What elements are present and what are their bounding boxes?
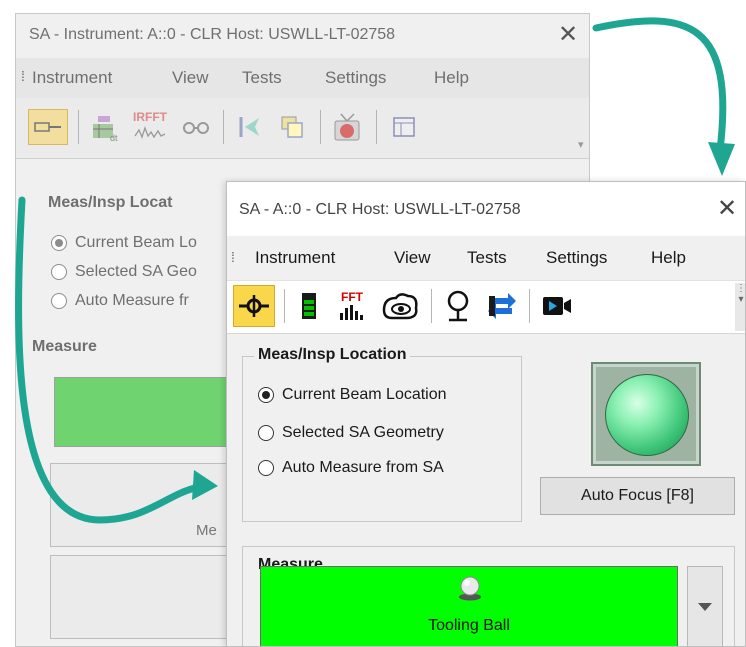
front-menu-settings[interactable]: Settings — [546, 248, 607, 268]
back-toolbar-separator — [320, 110, 321, 144]
foreground-window: SA - A::0 - CLR Host: USWLL-LT-02758 ✕ ⁞… — [226, 181, 746, 647]
panel-icon[interactable] — [386, 109, 422, 145]
chevron-down-icon — [698, 603, 712, 611]
front-toolbar-overflow-icon[interactable]: ⋮ ▾ — [735, 283, 745, 331]
measure-dropdown-button[interactable] — [687, 566, 723, 646]
location-group-label: Meas/Insp Location — [254, 346, 411, 364]
front-title-bar: SA - A::0 - CLR Host: USWLL-LT-02758 ✕ — [227, 182, 745, 236]
back-toolbar-overflow-icon[interactable]: ▾ — [578, 138, 584, 151]
back-radio-indicator — [51, 293, 67, 309]
measure-grid-icon[interactable]: dt — [86, 109, 124, 145]
back-toolbar-separator — [376, 110, 377, 144]
back-radio-label: Selected SA Geo — [75, 263, 197, 280]
glasses-icon[interactable] — [178, 109, 214, 145]
back-measure-button-2[interactable]: Me — [50, 463, 242, 547]
back-radio-label: Auto Measure fr — [75, 292, 189, 309]
back-radio-label: Current Beam Lo — [75, 234, 197, 251]
back-button-label: Me — [196, 522, 217, 539]
back-menu-instrument[interactable]: Instrument — [32, 68, 112, 88]
radio-auto-measure-from-sa[interactable]: Auto Measure from SA — [258, 459, 444, 477]
radio-selected-indicator — [258, 387, 274, 403]
tooling-ball-measure-button[interactable]: Tooling Ball — [260, 566, 678, 646]
radio-label: Current Beam Location — [282, 386, 447, 403]
radio-indicator — [258, 460, 274, 476]
tv-target-icon[interactable] — [328, 107, 366, 147]
back-radio-current-beam[interactable]: Current Beam Lo — [51, 234, 197, 252]
tooling-ball-icon — [458, 575, 482, 606]
eye-cloud-icon[interactable] — [377, 285, 423, 327]
probe-target-icon[interactable] — [233, 285, 275, 327]
back-measure-button-3[interactable]: V — [50, 555, 242, 639]
back-radio-selected-geometry[interactable]: Selected SA Geo — [51, 263, 197, 281]
back-menu-view[interactable]: View — [172, 68, 209, 88]
status-indicator-lamp — [605, 374, 689, 456]
front-toolbar: FFT ⋮ ▾ — [227, 280, 745, 334]
back-menu-grip: ⁞ — [21, 68, 25, 84]
front-toolbar-separator — [431, 289, 432, 323]
back-menu-settings[interactable]: Settings — [325, 68, 386, 88]
status-indicator-light — [591, 362, 701, 466]
radio-current-beam-location[interactable]: Current Beam Location — [258, 386, 447, 404]
bar-marker-icon[interactable] — [28, 109, 68, 145]
back-title-bar: SA - Instrument: A::0 - CLR Host: USWLL-… — [16, 14, 589, 58]
tooling-ball-label: Tooling Ball — [428, 617, 510, 634]
back-measure-green-button[interactable] — [54, 377, 241, 447]
back-menu-bar: ⁞ Instrument View Tests Settings Help — [16, 58, 589, 98]
irfft-label: IRFFT — [133, 110, 167, 124]
location-pin-icon[interactable] — [440, 285, 476, 327]
back-menu-tests[interactable]: Tests — [242, 68, 282, 88]
front-menu-help[interactable]: Help — [651, 248, 686, 268]
radio-label: Selected SA Geometry — [282, 424, 444, 441]
back-radio-indicator — [51, 264, 67, 280]
back-toolbar: dt IRFFT ▾ — [16, 98, 589, 159]
auto-focus-button[interactable]: Auto Focus [F8] — [540, 477, 735, 515]
back-close-button[interactable]: ✕ — [558, 23, 578, 47]
front-menu-grip: ⁞ — [231, 249, 235, 265]
back-measure-label: Measure — [32, 338, 97, 355]
irfft-icon[interactable]: IRFFT — [128, 104, 172, 146]
arrow-top-right-icon — [592, 17, 735, 176]
fft-icon[interactable]: FFT — [331, 285, 373, 327]
back-toolbar-separator — [223, 110, 224, 144]
video-camera-icon[interactable] — [537, 285, 577, 327]
auto-focus-label: Auto Focus [F8] — [581, 487, 694, 504]
fft-label: FFT — [341, 290, 363, 304]
back-menu-help[interactable]: Help — [434, 68, 469, 88]
step-back-icon[interactable] — [232, 109, 268, 145]
back-toolbar-separator — [78, 110, 79, 144]
front-close-button[interactable]: ✕ — [717, 197, 737, 221]
frame-icon[interactable] — [274, 109, 310, 145]
back-window-title: SA - Instrument: A::0 - CLR Host: USWLL-… — [29, 26, 396, 43]
svg-text:dt: dt — [110, 133, 118, 142]
radio-selected-sa-geometry[interactable]: Selected SA Geometry — [258, 424, 444, 442]
radio-indicator — [258, 425, 274, 441]
battery-icon[interactable] — [293, 287, 327, 325]
front-menu-view[interactable]: View — [394, 248, 431, 268]
front-toolbar-separator — [529, 289, 530, 323]
front-menu-bar: ⁞ Instrument View Tests Settings Help — [227, 236, 745, 280]
refresh-icon[interactable] — [482, 285, 522, 327]
back-location-group-label: Meas/Insp Locat — [48, 194, 173, 211]
front-menu-tests[interactable]: Tests — [467, 248, 507, 268]
back-radio-selected-indicator — [51, 235, 67, 251]
front-toolbar-separator — [284, 289, 285, 323]
back-radio-auto-measure[interactable]: Auto Measure fr — [51, 292, 189, 310]
radio-label: Auto Measure from SA — [282, 459, 444, 476]
front-menu-instrument[interactable]: Instrument — [255, 248, 335, 268]
front-window-title: SA - A::0 - CLR Host: USWLL-LT-02758 — [239, 201, 521, 218]
